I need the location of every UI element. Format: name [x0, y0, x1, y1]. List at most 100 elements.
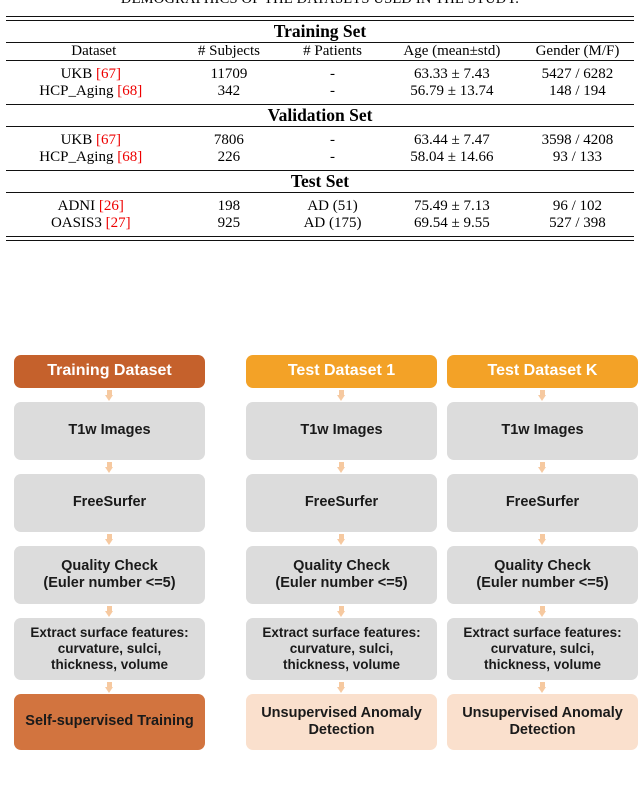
flow-step-quality-check[interactable]: Quality Check (Euler number <=5): [447, 546, 638, 604]
cell-gender: 93 / 133: [552, 149, 603, 165]
connector: [447, 460, 638, 474]
table-row: ADNI [26] 198 AD (51) 75.49 ± 7.13 96 / …: [6, 193, 634, 216]
cell-dataset: OASIS3 [27]: [50, 215, 131, 231]
features-line3: thickness, volume: [50, 656, 169, 672]
table-row: HCP_Aging [68] 342 - 56.79 ± 13.74 148 /…: [6, 83, 634, 105]
cell-dataset: UKB [67]: [60, 132, 121, 148]
connector: [14, 680, 205, 694]
citation[interactable]: [67]: [96, 66, 121, 82]
cell-subjects: 226: [217, 149, 241, 165]
quality-check-line1: Quality Check: [61, 557, 158, 574]
cell-subjects: 198: [217, 198, 241, 214]
flow-result-unsupervised-anomaly-detection[interactable]: Unsupervised Anomaly Detection: [246, 694, 437, 750]
flow-header-test-dataset-1[interactable]: Test Dataset 1: [246, 355, 437, 388]
flow-step-t1w-images[interactable]: T1w Images: [246, 402, 437, 460]
cell-age: 75.49 ± 7.13: [413, 198, 490, 214]
connector: [447, 680, 638, 694]
flow-header-training-dataset[interactable]: Training Dataset: [14, 355, 205, 388]
arrow-down-icon: [337, 605, 346, 617]
citation[interactable]: [67]: [96, 132, 121, 148]
flow-result-self-supervised-training[interactable]: Self-supervised Training: [14, 694, 205, 750]
flow-step-extract-features[interactable]: Extract surface features: curvature, sul…: [246, 618, 437, 680]
pipeline-flowchart: Training Dataset T1w Images FreeSurfer Q…: [0, 355, 640, 789]
features-line1: Extract surface features:: [262, 625, 421, 641]
arrow-down-icon: [538, 605, 547, 617]
arrow-down-icon: [105, 681, 114, 693]
section-title: Test Set: [6, 170, 634, 193]
arrow-down-icon: [105, 533, 114, 545]
column-header-patients: # Patients: [282, 42, 383, 61]
cell-age: 63.33 ± 7.43: [413, 66, 490, 82]
result-line2: Detection: [308, 722, 375, 738]
section-title-row: Training Set: [6, 20, 634, 43]
cell-dataset: ADNI [26]: [57, 198, 124, 214]
arrow-down-icon: [337, 533, 346, 545]
cell-gender: 5427 / 6282: [541, 66, 614, 82]
citation[interactable]: [68]: [117, 149, 142, 165]
cell-age: 69.54 ± 9.55: [413, 215, 490, 231]
cell-dataset: HCP_Aging [68]: [39, 149, 143, 165]
arrow-down-icon: [105, 389, 114, 401]
cell-gender: 3598 / 4208: [541, 132, 614, 148]
flow-step-quality-check[interactable]: Quality Check (Euler number <=5): [14, 546, 205, 604]
cell-subjects: 925: [217, 215, 241, 231]
section-title: Validation Set: [6, 104, 634, 127]
connector: [246, 460, 437, 474]
flow-step-freesurfer[interactable]: FreeSurfer: [14, 474, 205, 532]
quality-check-line2: (Euler number <=5): [43, 575, 176, 591]
result-line1: Unsupervised Anomaly: [462, 704, 623, 721]
connector: [447, 604, 638, 618]
cell-patients: -: [330, 132, 336, 148]
flow-step-t1w-images[interactable]: T1w Images: [447, 402, 638, 460]
flow-step-extract-features[interactable]: Extract surface features: curvature, sul…: [14, 618, 205, 680]
cell-dataset: UKB [67]: [60, 66, 121, 82]
flow-column-test-1: Test Dataset 1 T1w Images FreeSurfer Qua…: [246, 355, 437, 750]
section-title-row: Validation Set: [6, 104, 634, 127]
cell-patients: -: [330, 66, 336, 82]
arrow-down-icon: [105, 461, 114, 473]
features-line2: curvature, sulci,: [57, 641, 162, 657]
quality-check-line2: (Euler number <=5): [275, 575, 408, 591]
flow-column-test-k: Test Dataset K T1w Images FreeSurfer Qua…: [447, 355, 638, 750]
connector: [447, 388, 638, 402]
citation[interactable]: [26]: [99, 198, 124, 214]
table-bottom-rule: [6, 236, 634, 241]
connector: [14, 388, 205, 402]
cell-gender: 148 / 194: [549, 83, 606, 99]
arrow-down-icon: [538, 681, 547, 693]
result-line2: Detection: [509, 722, 576, 738]
arrow-down-icon: [538, 461, 547, 473]
cell-subjects: 7806: [213, 132, 244, 148]
flow-step-freesurfer[interactable]: FreeSurfer: [447, 474, 638, 532]
cell-subjects: 11709: [210, 66, 248, 82]
cell-age: 58.04 ± 14.66: [410, 149, 494, 165]
arrow-down-icon: [337, 389, 346, 401]
flow-result-unsupervised-anomaly-detection[interactable]: Unsupervised Anomaly Detection: [447, 694, 638, 750]
table-row: UKB [67] 7806 - 63.44 ± 7.47 3598 / 4208: [6, 127, 634, 150]
table-header-row: Dataset # Subjects # Patients Age (mean±…: [6, 42, 634, 61]
connector: [14, 460, 205, 474]
arrow-down-icon: [538, 389, 547, 401]
features-line1: Extract surface features:: [463, 625, 622, 641]
flow-step-extract-features[interactable]: Extract surface features: curvature, sul…: [447, 618, 638, 680]
connector: [246, 532, 437, 546]
column-header-age: Age (mean±std): [382, 42, 521, 61]
features-line1: Extract surface features:: [30, 625, 189, 641]
connector: [14, 604, 205, 618]
arrow-down-icon: [105, 605, 114, 617]
cell-age: 56.79 ± 13.74: [410, 83, 494, 99]
citation[interactable]: [27]: [106, 215, 131, 231]
citation[interactable]: [68]: [117, 83, 142, 99]
section-title-row: Test Set: [6, 170, 634, 193]
flow-step-quality-check[interactable]: Quality Check (Euler number <=5): [246, 546, 437, 604]
flow-step-freesurfer[interactable]: FreeSurfer: [246, 474, 437, 532]
connector: [246, 604, 437, 618]
flow-step-t1w-images[interactable]: T1w Images: [14, 402, 205, 460]
features-line2: curvature, sulci,: [490, 641, 595, 657]
arrow-down-icon: [538, 533, 547, 545]
section-title: Training Set: [6, 20, 634, 43]
column-header-subjects: # Subjects: [175, 42, 283, 61]
flow-header-test-dataset-k[interactable]: Test Dataset K: [447, 355, 638, 388]
cell-dataset: HCP_Aging [68]: [39, 83, 143, 99]
quality-check-line1: Quality Check: [293, 557, 390, 574]
